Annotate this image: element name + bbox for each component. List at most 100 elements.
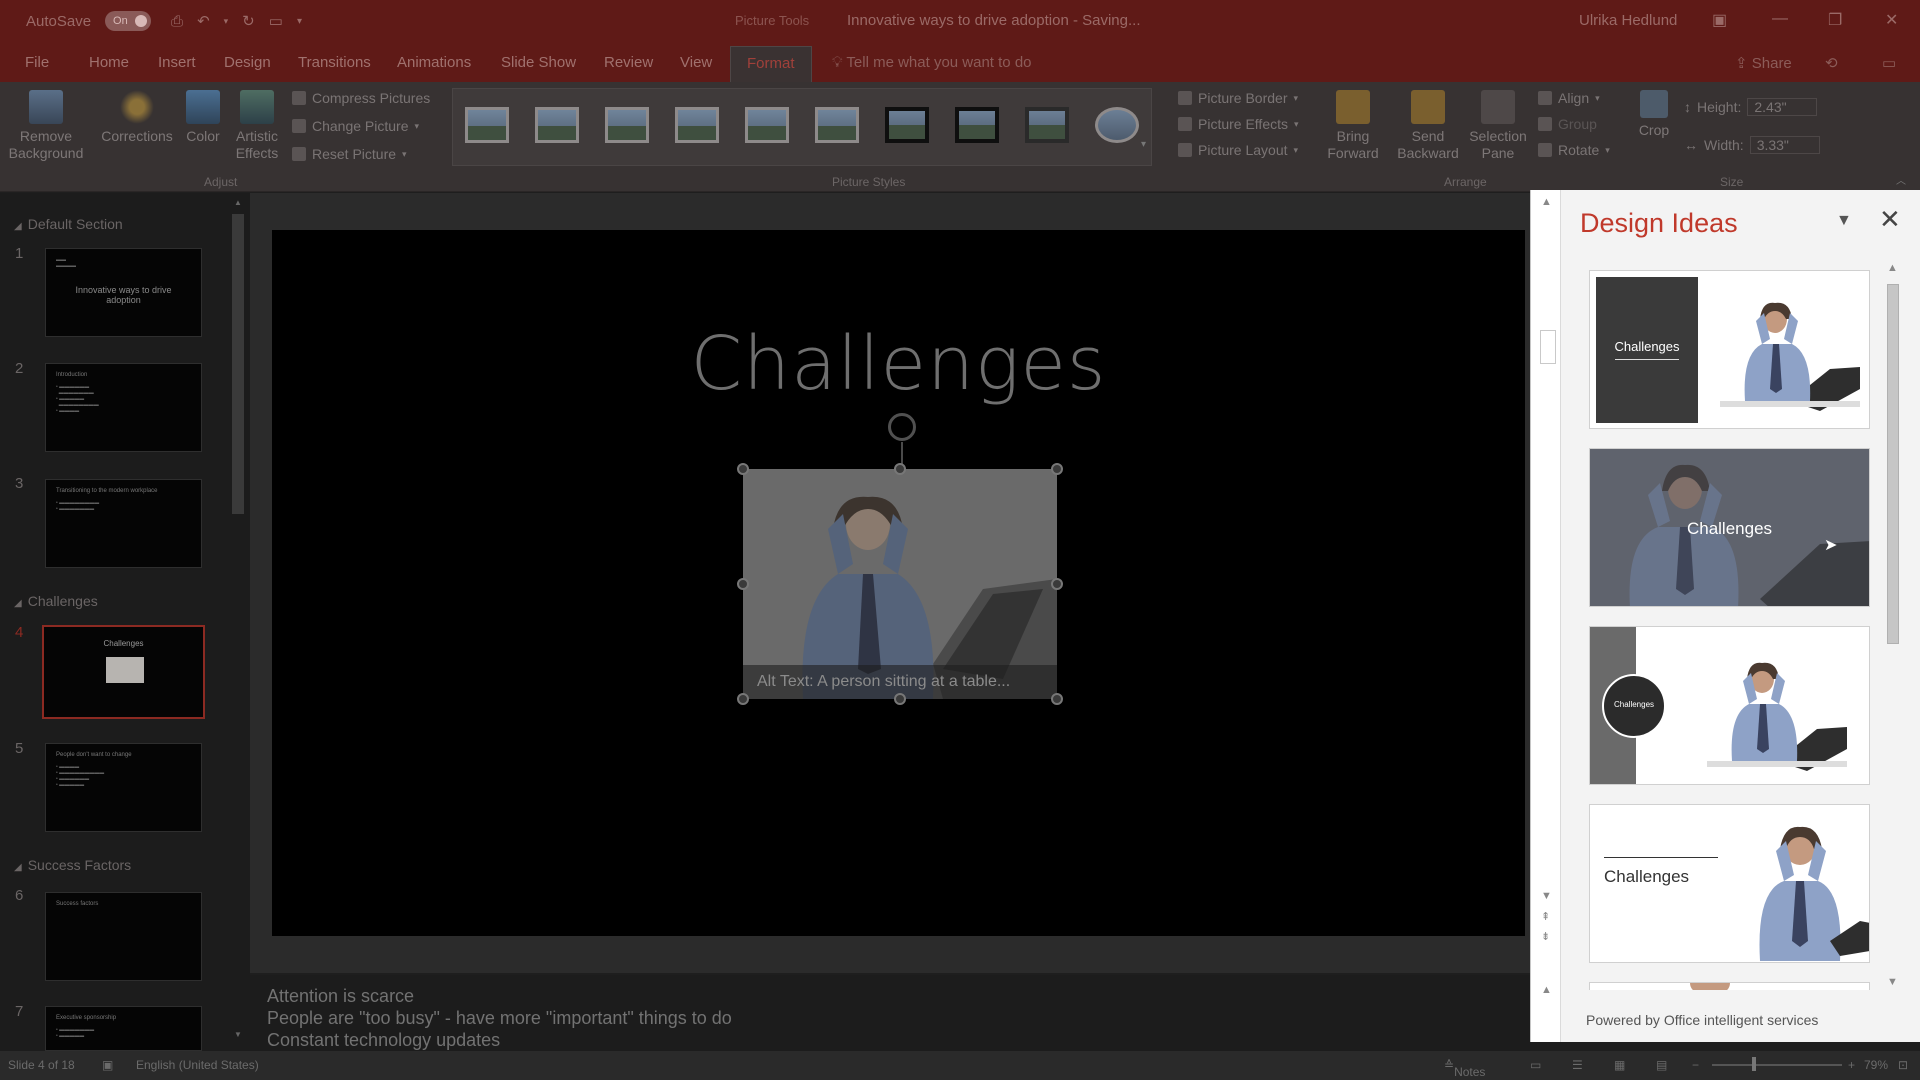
minimize-icon[interactable]: — (1772, 10, 1788, 28)
tab-slide-show[interactable]: Slide Show (501, 54, 576, 71)
normal-view-icon[interactable]: ▭ (1530, 1058, 1541, 1072)
style-thumb-6[interactable] (815, 107, 859, 143)
undo-icon[interactable]: ↶ (197, 12, 210, 30)
scroll-down-icon[interactable]: ▼ (234, 1030, 242, 1039)
crop-button[interactable]: Crop (1632, 90, 1676, 139)
undo-dropdown-icon[interactable]: ▾ (224, 16, 229, 27)
rotate-handle[interactable] (888, 413, 916, 441)
design-idea-3[interactable]: Challenges (1589, 626, 1870, 785)
collapse-ribbon-icon[interactable]: ︿ (1896, 172, 1906, 187)
scroll-thumb[interactable] (1887, 284, 1899, 644)
design-idea-4[interactable]: Challenges (1589, 804, 1870, 963)
language[interactable]: English (United States) (136, 1058, 259, 1072)
height-value[interactable]: 2.43" (1747, 98, 1818, 116)
slide-thumbnail-6[interactable]: Success factors (45, 892, 202, 981)
resize-handle-l[interactable] (737, 578, 749, 590)
style-thumb-5[interactable] (745, 107, 789, 143)
close-icon[interactable]: ✕ (1879, 204, 1901, 235)
slide-thumbnail-1[interactable]: ▬▬ ▬▬▬▬ Innovative ways to drive adoption (45, 248, 202, 337)
scroll-thumb[interactable] (232, 214, 244, 514)
selected-picture[interactable]: Alt Text: A person sitting at a table... (743, 469, 1057, 699)
slide-thumbnail-7[interactable]: Executive sponsorship • ▬▬▬▬▬▬▬ • ▬▬▬▬▬ (45, 1006, 202, 1051)
slide-thumbnail-3[interactable]: Transitioning to the modern workplace • … (45, 479, 202, 568)
outline-view-icon[interactable]: ☰ (1572, 1058, 1583, 1072)
style-thumb-9[interactable] (1025, 107, 1069, 143)
comments-icon[interactable]: ▭ (1882, 54, 1896, 72)
prev-page-icon[interactable]: ⇞ (1541, 910, 1550, 923)
picture-border-button[interactable]: Picture Border ▾ (1178, 90, 1298, 106)
selection-pane-button[interactable]: Selection Pane (1464, 90, 1532, 162)
picture-effects-button[interactable]: Picture Effects ▾ (1178, 116, 1299, 132)
notes-toggle[interactable]: ≙ Notes (1444, 1058, 1485, 1079)
ribbon-display-icon[interactable]: ▣ (1712, 10, 1727, 30)
picture-layout-button[interactable]: Picture Layout ▾ (1178, 142, 1298, 158)
zoom-out-icon[interactable]: − (1692, 1058, 1699, 1072)
reset-picture-button[interactable]: Reset Picture ▾ (292, 146, 407, 162)
section-header-challenges[interactable]: ◢ Challenges (14, 593, 98, 609)
user-name[interactable]: Ulrika Hedlund (1579, 12, 1677, 29)
fit-slide-icon[interactable]: ⊡ (1898, 1058, 1908, 1072)
rotate-button[interactable]: Rotate ▾ (1538, 142, 1610, 158)
ideas-scrollbar[interactable]: ▲ ▼ (1883, 262, 1901, 992)
style-thumb-4[interactable] (675, 107, 719, 143)
history-icon[interactable]: ⟲ (1825, 54, 1838, 72)
resize-handle-tl[interactable] (737, 463, 749, 475)
resize-handle-t[interactable] (894, 463, 906, 475)
send-backward-button[interactable]: Send Backward (1392, 90, 1464, 162)
width-value[interactable]: 3.33" (1749, 136, 1820, 154)
next-page-icon[interactable]: ⇟ (1541, 930, 1550, 943)
tab-review[interactable]: Review (604, 54, 653, 71)
present-icon[interactable]: ▭ (269, 12, 283, 30)
scroll-up-icon[interactable]: ▲ (234, 198, 242, 207)
scroll-up-icon[interactable]: ▲ (1541, 196, 1552, 208)
restore-icon[interactable]: ❐ (1828, 10, 1842, 30)
design-idea-2[interactable]: Challenges ➤ (1589, 448, 1870, 607)
corrections-button[interactable]: Corrections (98, 90, 176, 145)
group-button[interactable]: Group (1538, 116, 1597, 132)
section-header-default[interactable]: ◢ Default Section (14, 216, 123, 232)
resize-handle-tr[interactable] (1051, 463, 1063, 475)
tab-home[interactable]: Home (89, 54, 129, 71)
scroll-up-icon[interactable]: ▲ (1541, 984, 1552, 996)
compress-pictures-button[interactable]: Compress Pictures (292, 90, 430, 106)
thumbnail-scrollbar[interactable]: ▲ ▼ (230, 198, 246, 1048)
slide-thumbnail-4[interactable]: Challenges (42, 625, 205, 719)
close-window-icon[interactable]: ✕ (1885, 10, 1898, 30)
resize-handle-r[interactable] (1051, 578, 1063, 590)
design-idea-5[interactable] (1589, 982, 1870, 990)
zoom-slider-thumb[interactable] (1752, 1057, 1756, 1071)
color-button[interactable]: Color (180, 90, 226, 145)
tab-design[interactable]: Design (224, 54, 271, 71)
document-title[interactable]: Innovative ways to drive adoption - Savi… (847, 12, 1141, 29)
design-idea-1[interactable]: Challenges (1589, 270, 1870, 429)
outer-scrollbar[interactable]: ▲ ▼ ⇞ ⇟ ▲ (1531, 190, 1561, 1042)
slide-canvas[interactable]: Challenges Alt Text: A person sitting at… (272, 230, 1525, 936)
tab-format[interactable]: Format (730, 46, 812, 82)
tab-insert[interactable]: Insert (158, 54, 196, 71)
style-thumb-8[interactable] (955, 107, 999, 143)
scroll-down-icon[interactable]: ▼ (1541, 890, 1552, 902)
zoom-level[interactable]: 79% (1864, 1058, 1888, 1072)
save-icon[interactable]: ⎙ (171, 13, 183, 30)
resize-handle-bl[interactable] (737, 693, 749, 705)
zoom-in-icon[interactable]: + (1848, 1058, 1855, 1072)
scroll-thumb[interactable] (1540, 330, 1556, 364)
bring-forward-button[interactable]: Bring Forward (1320, 90, 1386, 162)
tell-me-search[interactable]: 💡︎ Tell me what you want to do (832, 54, 1032, 71)
align-button[interactable]: Align ▾ (1538, 90, 1600, 106)
artistic-effects-button[interactable]: Artistic Effects (226, 90, 288, 162)
style-thumb-7[interactable] (885, 107, 929, 143)
tab-file[interactable]: File (25, 54, 49, 71)
resize-handle-br[interactable] (1051, 693, 1063, 705)
slideshow-view-icon[interactable]: ▤ (1656, 1058, 1667, 1072)
slide-thumbnail-2[interactable]: Introduction • ▬▬▬▬▬▬ ▬▬▬▬▬▬▬ • ▬▬▬▬▬ ▬▬▬… (45, 363, 202, 452)
tab-view[interactable]: View (680, 54, 712, 71)
sorter-view-icon[interactable]: ▦ (1614, 1058, 1625, 1072)
gallery-more-icon[interactable]: ▾ (1141, 139, 1146, 150)
pane-options-icon[interactable]: ▼ (1836, 212, 1852, 230)
change-picture-button[interactable]: Change Picture ▾ (292, 118, 419, 134)
autosave-toggle[interactable]: On (105, 11, 152, 31)
slide-thumbnail-5[interactable]: People don't want to change • ▬▬▬▬ • ▬▬▬▬… (45, 743, 202, 832)
style-thumb-3[interactable] (605, 107, 649, 143)
width-field[interactable]: ↔ Width: 3.33" (1684, 136, 1820, 154)
